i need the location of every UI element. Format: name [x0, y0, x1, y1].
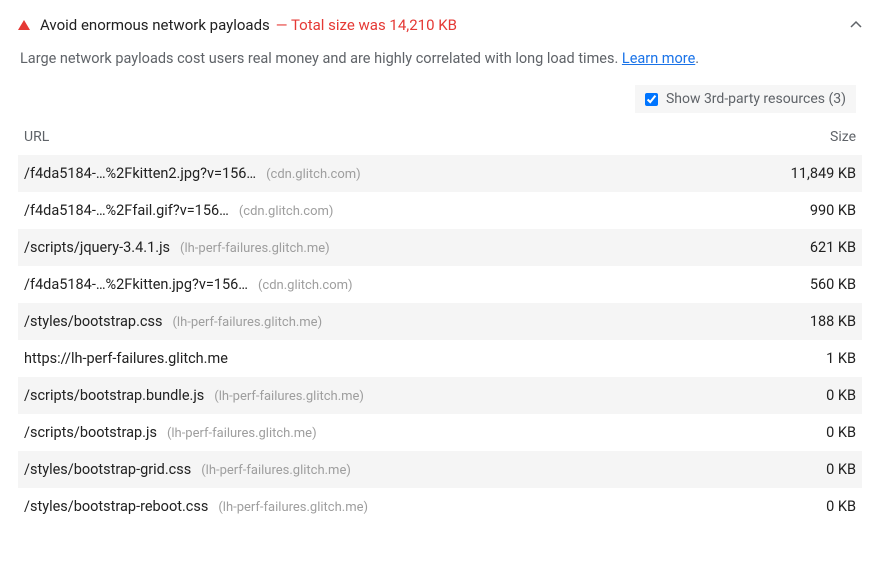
row-size: 188 KB — [746, 313, 856, 330]
row-path: https://lh-perf-failures.glitch.me — [24, 350, 228, 367]
row-path: /styles/bootstrap-grid.css — [24, 461, 191, 478]
table-row: /styles/bootstrap.css (lh-perf-failures.g… — [18, 303, 862, 340]
table-row: /f4da5184-…%2Ffail.gif?v=156… (cdn.glitch… — [18, 192, 862, 229]
third-party-toggle-row: Show 3rd-party resources (3) — [18, 81, 862, 121]
row-url: /styles/bootstrap.css (lh-perf-failures.g… — [24, 313, 746, 330]
table-row: /f4da5184-…%2Fkitten2.jpg?v=156… (cdn.gli… — [18, 155, 862, 192]
row-host: (lh-perf-failures.glitch.me) — [214, 389, 364, 404]
row-url: /scripts/jquery-3.4.1.js (lh-perf-failure… — [24, 239, 746, 256]
row-path: /f4da5184-…%2Ffail.gif?v=156… — [24, 202, 229, 219]
row-path: /styles/bootstrap-reboot.css — [24, 498, 208, 515]
row-size: 0 KB — [746, 387, 856, 404]
row-host: (lh-perf-failures.glitch.me) — [218, 500, 368, 515]
audit-description: Large network payloads cost users real m… — [18, 48, 862, 81]
row-size: 11,849 KB — [746, 165, 856, 182]
table-row: /styles/bootstrap-reboot.css (lh-perf-fai… — [18, 488, 862, 525]
row-size: 0 KB — [746, 498, 856, 515]
row-size: 0 KB — [746, 461, 856, 478]
column-header-url: URL — [24, 129, 746, 145]
summary-text: Total size was 14,210 KB — [291, 16, 457, 34]
third-party-toggle[interactable]: Show 3rd-party resources (3) — [635, 85, 856, 113]
row-path: /scripts/jquery-3.4.1.js — [24, 239, 170, 256]
row-url: /f4da5184-…%2Ffail.gif?v=156… (cdn.glitch… — [24, 202, 746, 219]
row-url: /styles/bootstrap-reboot.css (lh-perf-fai… — [24, 498, 746, 515]
row-url: https://lh-perf-failures.glitch.me — [24, 350, 746, 367]
table-body: /f4da5184-…%2Fkitten2.jpg?v=156… (cdn.gli… — [18, 155, 862, 525]
row-path: /scripts/bootstrap.bundle.js — [24, 387, 204, 404]
table-header: URL Size — [18, 121, 862, 155]
table-row: /f4da5184-…%2Fkitten.jpg?v=156… (cdn.glit… — [18, 266, 862, 303]
column-header-size: Size — [746, 129, 856, 145]
chevron-up-icon — [850, 19, 862, 31]
audit-summary: — Total size was 14,210 KB — [276, 16, 457, 34]
audit-title: Avoid enormous network payloads — [40, 16, 270, 34]
row-url: /scripts/bootstrap.bundle.js (lh-perf-fai… — [24, 387, 746, 404]
table-row: /scripts/jquery-3.4.1.js (lh-perf-failure… — [18, 229, 862, 266]
row-url: /f4da5184-…%2Fkitten.jpg?v=156… (cdn.glit… — [24, 276, 746, 293]
row-size: 1 KB — [746, 350, 856, 367]
description-text: Large network payloads cost users real m… — [20, 50, 622, 67]
row-size: 990 KB — [746, 202, 856, 219]
row-host: (lh-perf-failures.glitch.me) — [201, 463, 351, 478]
row-path: /f4da5184-…%2Fkitten.jpg?v=156… — [24, 276, 248, 293]
row-host: (cdn.glitch.com) — [258, 278, 353, 293]
row-size: 621 KB — [746, 239, 856, 256]
description-suffix: . — [695, 50, 699, 67]
row-host: (cdn.glitch.com) — [266, 167, 361, 182]
table-row: /styles/bootstrap-grid.css (lh-perf-failu… — [18, 451, 862, 488]
row-size: 560 KB — [746, 276, 856, 293]
third-party-checkbox[interactable] — [645, 93, 658, 106]
row-url: /styles/bootstrap-grid.css (lh-perf-failu… — [24, 461, 746, 478]
row-host: (lh-perf-failures.glitch.me) — [180, 241, 330, 256]
row-host: (cdn.glitch.com) — [239, 204, 334, 219]
table-row: /scripts/bootstrap.bundle.js (lh-perf-fai… — [18, 377, 862, 414]
warning-icon — [18, 20, 30, 30]
row-url: /scripts/bootstrap.js (lh-perf-failures.g… — [24, 424, 746, 441]
summary-prefix: — — [276, 16, 291, 34]
row-host: (lh-perf-failures.glitch.me) — [167, 426, 317, 441]
row-path: /f4da5184-…%2Fkitten2.jpg?v=156… — [24, 165, 256, 182]
row-path: /scripts/bootstrap.js — [24, 424, 157, 441]
third-party-toggle-label: Show 3rd-party resources (3) — [666, 91, 846, 107]
row-host: (lh-perf-failures.glitch.me) — [172, 315, 322, 330]
row-path: /styles/bootstrap.css — [24, 313, 162, 330]
learn-more-link[interactable]: Learn more — [622, 50, 695, 67]
table-row: /scripts/bootstrap.js (lh-perf-failures.g… — [18, 414, 862, 451]
audit-header[interactable]: Avoid enormous network payloads — Total … — [18, 12, 862, 48]
row-size: 0 KB — [746, 424, 856, 441]
row-url: /f4da5184-…%2Fkitten2.jpg?v=156… (cdn.gli… — [24, 165, 746, 182]
table-row: https://lh-perf-failures.glitch.me 1 KB — [18, 340, 862, 377]
